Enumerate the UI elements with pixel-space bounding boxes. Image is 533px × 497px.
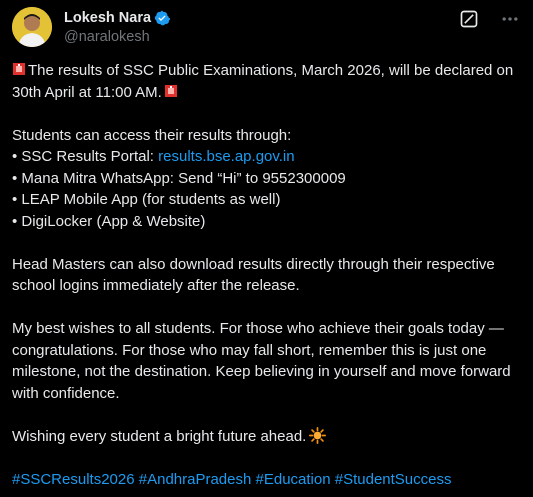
verified-badge-icon xyxy=(154,10,171,26)
bullet-portal: • SSC Results Portal: results.bse.ap.gov… xyxy=(12,146,524,168)
announcement-line: The results of SSC Public Examinations, … xyxy=(12,60,524,103)
tweet-text: The results of SSC Public Examinations, … xyxy=(12,60,524,490)
siren-icon xyxy=(13,63,25,75)
hashtag-andhrapradesh[interactable]: #AndhraPradesh xyxy=(139,471,252,488)
hashtag-sscresults2026[interactable]: #SSCResults2026 xyxy=(12,471,135,488)
tweet: Lokesh Nara @naralokesh The results of S… xyxy=(0,0,533,497)
access-intro: Students can access their results throug… xyxy=(12,126,292,144)
handle[interactable]: @naralokesh xyxy=(64,28,170,46)
more-icon[interactable] xyxy=(499,9,521,29)
tweet-header: Lokesh Nara @naralokesh xyxy=(12,7,521,47)
bullet-portal-label: • SSC Results Portal: xyxy=(12,148,159,165)
bullet-digilocker: • DigiLocker (App & Website) xyxy=(12,212,206,230)
closing-line: Wishing every student a bright future ah… xyxy=(12,426,524,448)
closing-text: Wishing every student a bright future ah… xyxy=(12,427,307,445)
siren-icon xyxy=(164,84,177,97)
wishes-text: My best wishes to all students. For thos… xyxy=(12,320,511,402)
display-name[interactable]: Lokesh Nara xyxy=(64,9,151,27)
announcement-text: The results of SSC Public Examinations, … xyxy=(12,62,514,101)
hashtag-education[interactable]: #Education xyxy=(256,471,331,488)
avatar[interactable] xyxy=(12,7,52,47)
grok-icon[interactable] xyxy=(459,9,479,29)
sun-icon xyxy=(309,426,327,444)
hashtags: #SSCResults2026 #AndhraPradesh #Educatio… xyxy=(12,469,524,491)
headmasters-text: Head Masters can also download results d… xyxy=(12,255,495,295)
bullet-leap: • LEAP Mobile App (for students as well) xyxy=(12,191,281,208)
hashtag-studentsuccess[interactable]: #StudentSuccess xyxy=(335,471,452,488)
results-link[interactable]: results.bse.ap.gov.in xyxy=(158,148,294,165)
bullet-whatsapp: • Mana Mitra WhatsApp: Send “Hi” to 9552… xyxy=(12,169,346,187)
